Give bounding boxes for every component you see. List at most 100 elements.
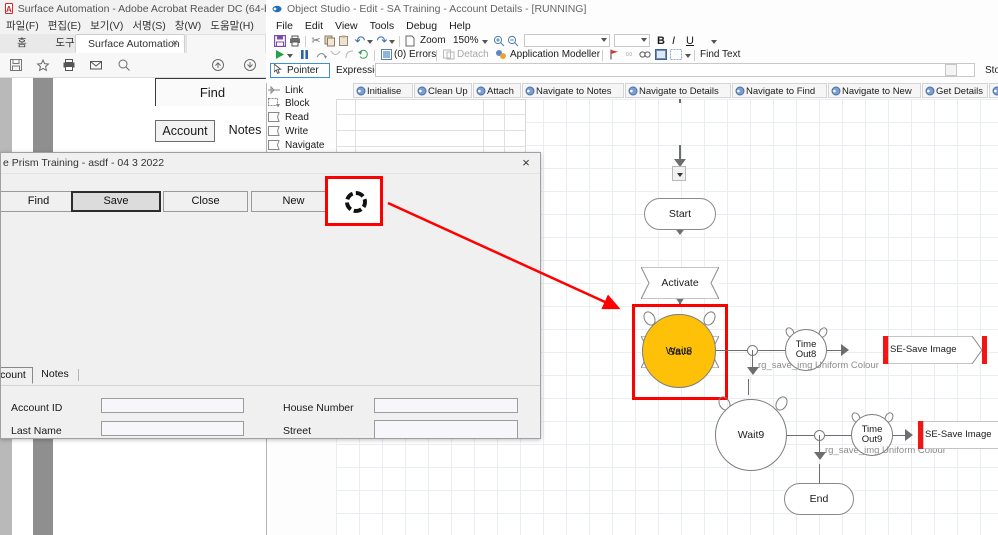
application-modeller-label[interactable]: Application Modeller (510, 48, 600, 62)
zoom-icon[interactable] (117, 58, 131, 72)
email-icon[interactable] (89, 58, 103, 72)
palette-item-link[interactable]: Link (268, 84, 332, 96)
page-tab-clean-up[interactable]: Clean Up (414, 83, 472, 98)
font-size-combo[interactable] (614, 34, 650, 47)
dialog-tab-notes[interactable]: Notes (35, 367, 75, 384)
studio-toolbar-run[interactable]: (0) Errors Detach Application Modeller ∞… (266, 48, 998, 62)
node-se-save-image-2[interactable]: SE-Save Image (918, 421, 998, 449)
run-icon[interactable] (273, 49, 285, 61)
save-icon[interactable] (9, 58, 23, 72)
studio-menubar[interactable]: File Edit View Tools Debug Help (266, 17, 998, 34)
save-icon[interactable] (273, 35, 286, 47)
acrobat-menu-edit[interactable]: 편집(E) (48, 18, 81, 33)
studio-data-grid[interactable] (336, 99, 526, 159)
node-se-save-image-1[interactable]: SE-Save Image (883, 336, 987, 364)
pause-icon[interactable] (298, 49, 310, 61)
find-text-combo[interactable] (744, 48, 998, 61)
panel-icon[interactable] (654, 49, 667, 61)
copy-icon[interactable] (324, 35, 336, 47)
node-wait9[interactable]: Wait9 (715, 399, 787, 471)
cut-icon[interactable]: ✂ (310, 35, 322, 47)
zoom-value[interactable]: 150% (453, 34, 479, 48)
palette-item-read[interactable]: Read (268, 111, 332, 123)
zoom-in-icon[interactable] (492, 35, 505, 47)
step-out-icon[interactable] (343, 49, 355, 61)
page-tab-attach[interactable]: Attach (473, 83, 521, 98)
page-tab-initialise[interactable]: Initialise (353, 83, 413, 98)
page-tab-get-details[interactable]: Get Details (922, 83, 988, 98)
acrobat-menu-help[interactable]: 도움말(H) (210, 18, 254, 33)
italic-button[interactable]: I (672, 34, 675, 48)
node-start[interactable]: Start (644, 198, 716, 230)
breakpoint-flag-icon[interactable] (608, 49, 620, 61)
application-modeller-icon[interactable] (494, 49, 507, 61)
acrobat-tabbar[interactable]: 홈 도구 Surface Automation × (0, 34, 270, 54)
acrobat-menubar[interactable]: 파일(F) 편집(E) 보기(V) 서명(S) 창(W) 도움말(H) (0, 17, 270, 34)
pointer-tool-button[interactable]: Pointer (270, 63, 330, 78)
expression-builder-icon[interactable] (945, 64, 957, 76)
node-end[interactable]: End (784, 483, 854, 515)
panel2-icon[interactable] (669, 49, 682, 61)
store-label[interactable]: Sto (985, 65, 998, 76)
close-icon[interactable]: × (518, 155, 534, 171)
paste-icon[interactable] (338, 35, 350, 47)
palette-item-navigate[interactable]: Navigate (268, 139, 332, 151)
page-tabs-bar[interactable]: Initialise Clean Up Attach Navigate to N… (336, 83, 998, 98)
dialog-find-button[interactable]: Find (0, 191, 81, 212)
view-icon[interactable]: ∞ (622, 49, 636, 61)
node-activate[interactable]: Activate (641, 267, 719, 299)
street-input[interactable] (374, 420, 518, 439)
house-number-input[interactable] (374, 398, 518, 413)
page-tab-navigate-to-details[interactable]: Navigate to Details (625, 83, 731, 98)
zoom-page-icon[interactable] (404, 35, 416, 47)
dialog-close-button[interactable]: Close (163, 191, 248, 212)
studio-menu-help[interactable]: Help (449, 20, 471, 32)
page-tab-navigate-to-find[interactable]: Navigate to Find (732, 83, 827, 98)
redo-dropdown-icon[interactable] (388, 35, 396, 47)
step-over-icon[interactable] (315, 49, 327, 61)
palette-item-write[interactable]: Write (268, 125, 332, 137)
acrobat-menu-view[interactable]: 보기(V) (90, 18, 123, 33)
palette-item-block[interactable]: Block (268, 97, 332, 109)
page-up-icon[interactable] (211, 58, 225, 72)
print-icon[interactable] (62, 58, 76, 72)
studio-menu-file[interactable]: File (276, 20, 293, 32)
studio-menu-debug[interactable]: Debug (406, 20, 437, 32)
dialog-new-button[interactable]: New (251, 191, 336, 212)
account-id-input[interactable] (101, 398, 244, 413)
studio-menu-view[interactable]: View (335, 20, 358, 32)
studio-menu-tools[interactable]: Tools (370, 20, 395, 32)
zoom-out-icon[interactable] (506, 35, 519, 47)
spy-icon[interactable] (638, 49, 651, 61)
studio-toolbar-formatting[interactable]: ✂ ↶ ↷ Zoom 150% B I U (266, 34, 998, 49)
underline-button[interactable]: U (686, 34, 694, 48)
panel-dropdown-icon[interactable] (684, 49, 692, 61)
undo-icon[interactable]: ↶ (354, 35, 366, 47)
studio-menu-edit[interactable]: Edit (305, 20, 323, 32)
page-tabs-overflow-button[interactable] (672, 166, 686, 181)
page-down-icon[interactable] (243, 58, 257, 72)
print-icon[interactable] (288, 35, 301, 47)
reset-icon[interactable] (357, 49, 369, 61)
errors-icon[interactable] (380, 49, 392, 61)
page-tab-set-details[interactable]: Set Details (989, 83, 998, 98)
dialog-save-button[interactable]: Save (71, 191, 161, 212)
dialog-tab-account[interactable]: count (0, 367, 33, 384)
page-tab-navigate-to-notes[interactable]: Navigate to Notes (522, 83, 624, 98)
undo-dropdown-icon[interactable] (366, 35, 374, 47)
acrobat-menu-window[interactable]: 창(W) (175, 18, 202, 33)
zoom-dropdown-icon[interactable] (481, 35, 489, 47)
acrobat-menu-file[interactable]: 파일(F) (6, 18, 39, 33)
step-into-icon[interactable] (329, 49, 341, 61)
acrobat-menu-sign[interactable]: 서명(S) (132, 18, 165, 33)
dialog-tabs[interactable]: count Notes (1, 367, 540, 385)
tool-palette[interactable]: Link Block Read Write Navigate (268, 82, 332, 154)
acrobat-toolbar[interactable] (0, 53, 270, 78)
text-color-dropdown-icon[interactable] (710, 35, 718, 47)
run-dropdown-icon[interactable] (286, 49, 294, 61)
acrobat-tab-close-icon[interactable]: × (168, 34, 182, 53)
redo-icon[interactable]: ↷ (376, 35, 388, 47)
account-details-dialog[interactable]: e Prism Training - asdf - 04 3 2022 × Fi… (0, 152, 541, 439)
font-family-combo[interactable] (524, 34, 610, 47)
last-name-input[interactable] (101, 421, 244, 436)
